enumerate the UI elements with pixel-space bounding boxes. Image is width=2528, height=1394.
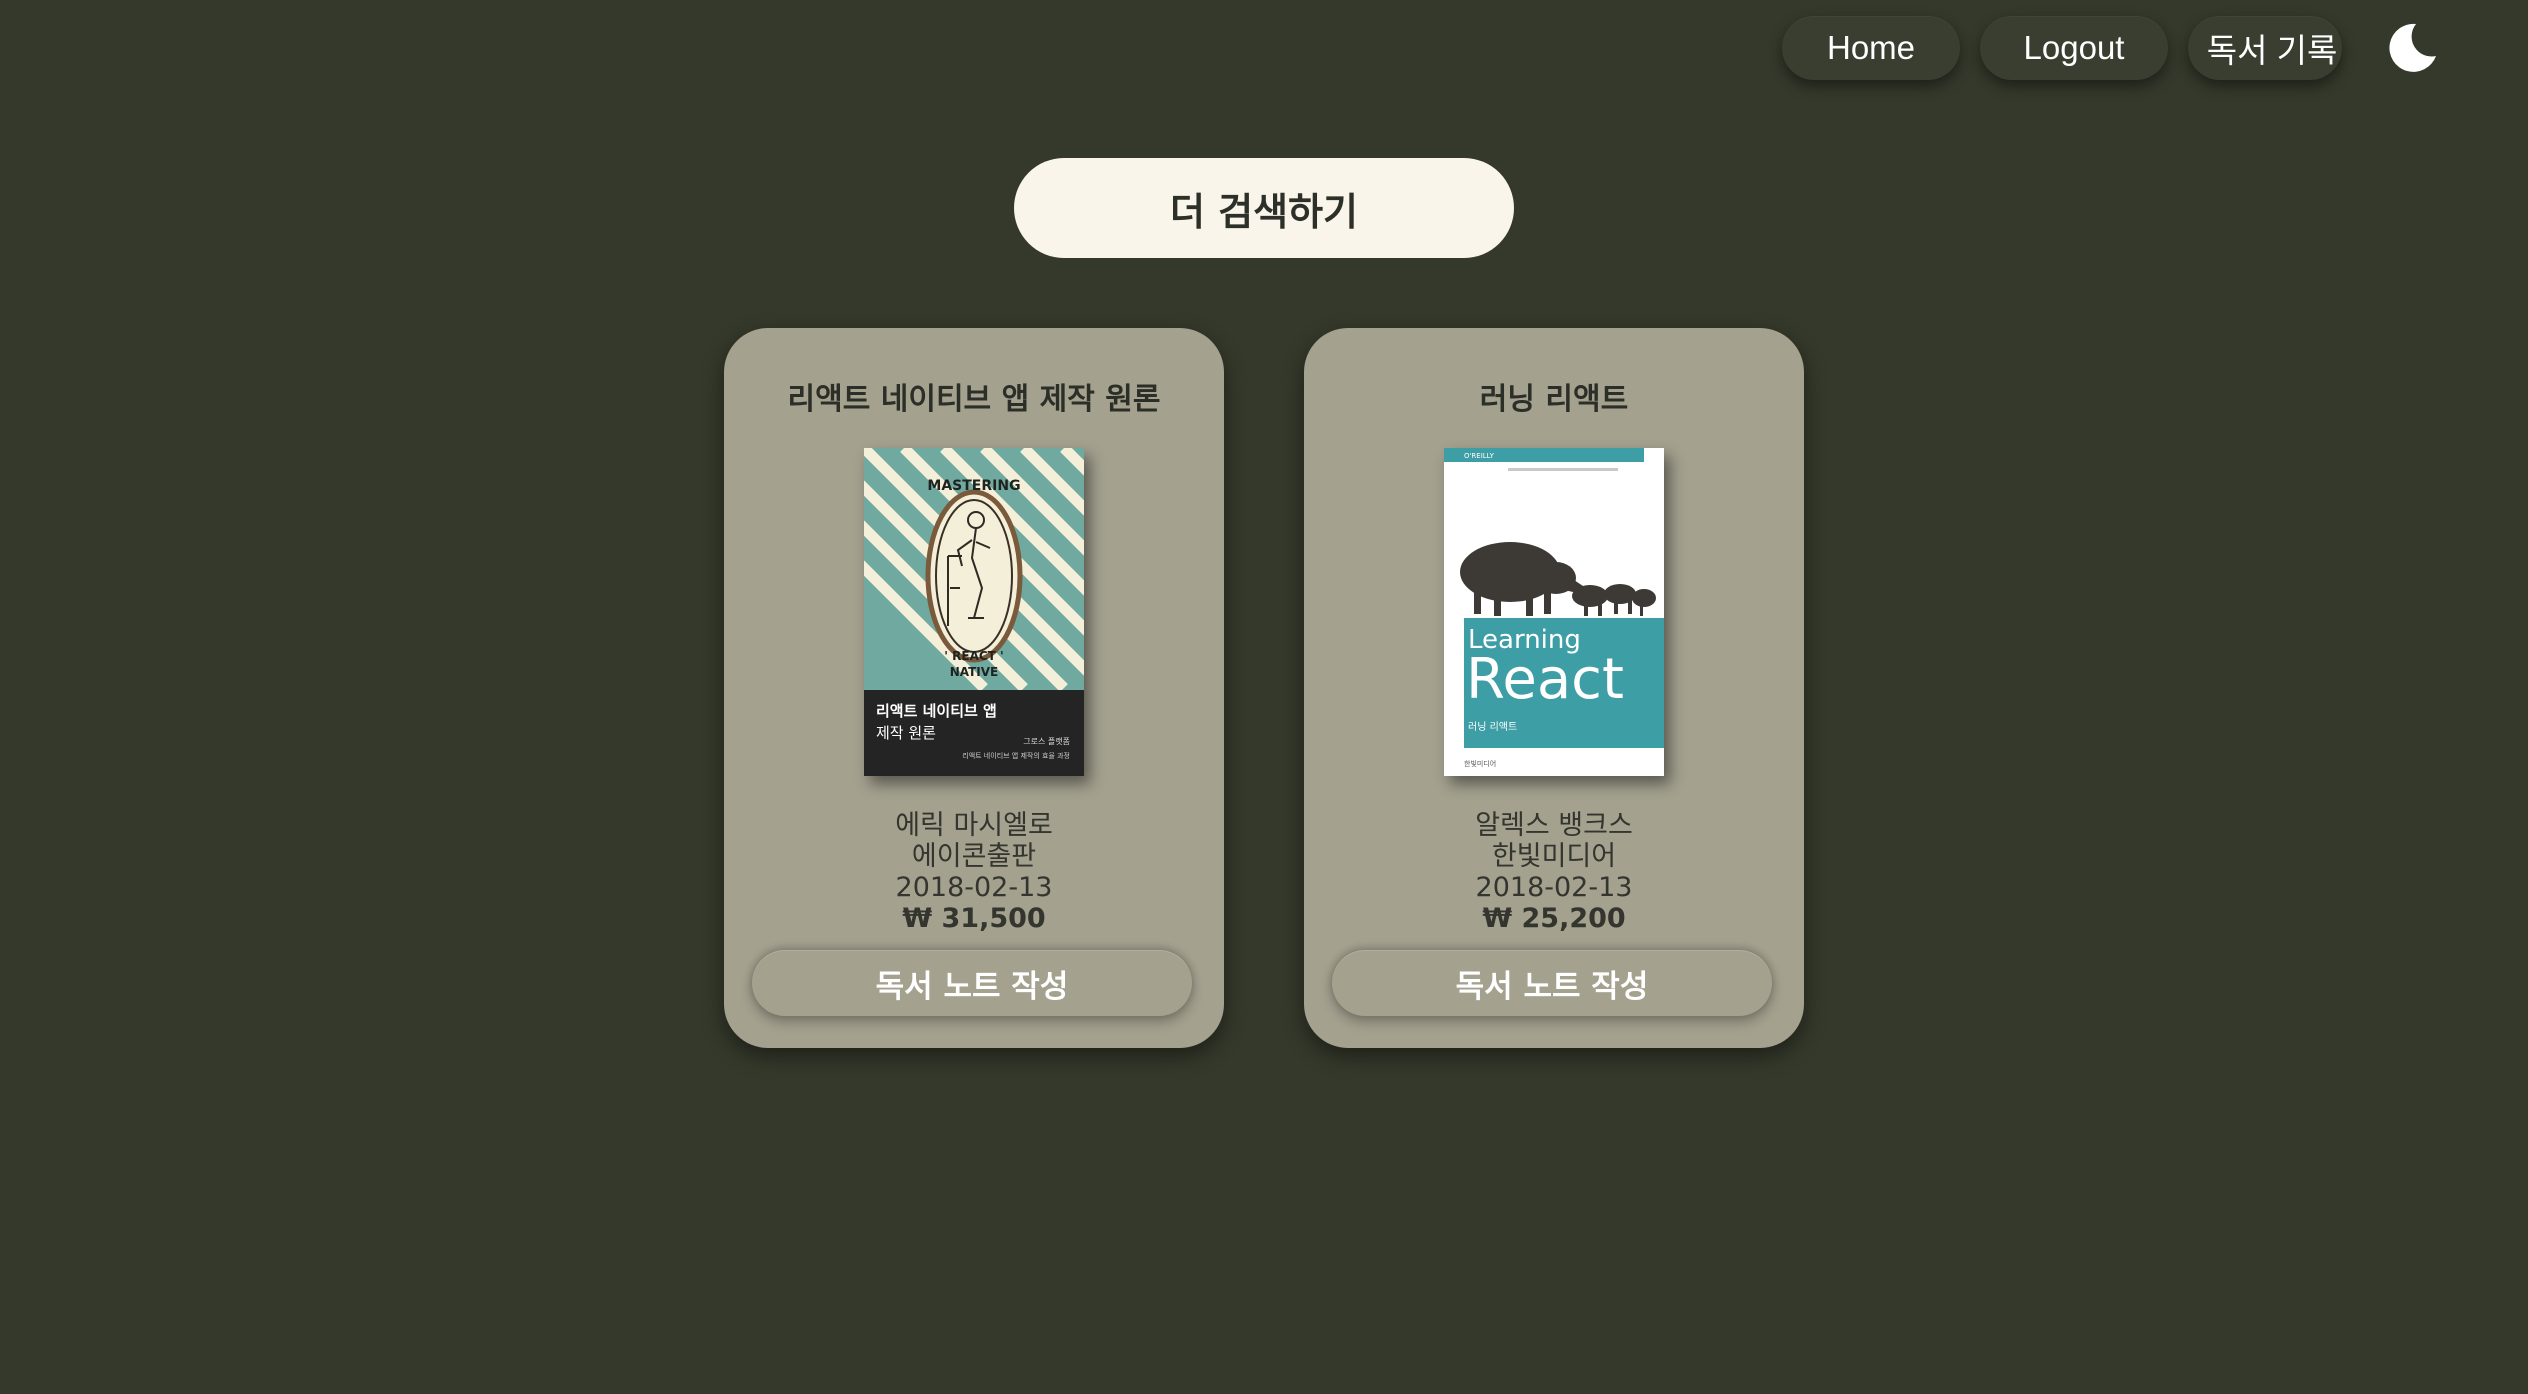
- book-publisher: 한빛미디어: [1491, 841, 1617, 872]
- book-date: 2018-02-13: [895, 872, 1053, 903]
- write-reading-note-button[interactable]: 독서 노트 작성: [752, 950, 1192, 1016]
- moon-icon[interactable]: [2384, 20, 2440, 76]
- book-author: 에릭 마시엘로: [895, 810, 1053, 841]
- cover-top-text: MASTERING: [927, 478, 1020, 494]
- logout-button[interactable]: Logout: [1980, 16, 2168, 80]
- write-reading-note-button[interactable]: 독서 노트 작성: [1332, 950, 1772, 1016]
- book-cover-image: O'REILLY Learning React 러닝 리액트 한빛미디어: [1444, 448, 1664, 776]
- search-more-button[interactable]: 더 검색하기: [1014, 158, 1514, 258]
- book-title: 러닝 리액트: [1479, 382, 1629, 417]
- cover-brand: O'REILLY: [1464, 452, 1495, 460]
- cover-band-sub-1: 그로스 플랫폼: [1023, 736, 1070, 746]
- cover-band-title-2: 제작 원론: [876, 724, 936, 742]
- book-cover-image: MASTERING ' REACT ' NATIVE 리액트 네이티브 앱 제작…: [864, 448, 1084, 776]
- book-price: ₩ 31,500: [902, 903, 1046, 934]
- cover-publisher-mark: 한빛미디어: [1464, 759, 1496, 768]
- book-price: ₩ 25,200: [1482, 903, 1626, 934]
- book-meta: 에릭 마시엘로 에이콘출판 2018-02-13 ₩ 31,500: [724, 810, 1224, 934]
- reading-records-button[interactable]: 독서 기록: [2188, 16, 2342, 80]
- book-title: 리액트 네이티브 앱 제작 원론: [787, 382, 1161, 417]
- cover-band-title-1: 리액트 네이티브 앱: [876, 702, 997, 720]
- book-author: 알렉스 뱅크스: [1475, 810, 1633, 841]
- cover-band-sub-2: 리액트 네이티브 앱 제작의 효율 과정: [962, 751, 1070, 760]
- cover-bottom-text-1: ' REACT ': [944, 649, 1003, 663]
- book-card: 러닝 리액트 O'REILLY Learning React 러닝 리액트 한빛…: [1304, 328, 1804, 1048]
- book-meta: 알렉스 뱅크스 한빛미디어 2018-02-13 ₩ 25,200: [1304, 810, 1804, 934]
- book-publisher: 에이콘출판: [911, 841, 1037, 872]
- cover-line-2: React: [1466, 647, 1624, 712]
- top-nav: Home Logout 독서 기록: [1782, 16, 2440, 80]
- cover-bottom-text-2: NATIVE: [950, 665, 999, 679]
- cover-subtitle: 러닝 리액트: [1468, 721, 1517, 733]
- book-card: 리액트 네이티브 앱 제작 원론 MASTERING ' REACT ' NAT…: [724, 328, 1224, 1048]
- book-date: 2018-02-13: [1475, 872, 1633, 903]
- home-button[interactable]: Home: [1782, 16, 1960, 80]
